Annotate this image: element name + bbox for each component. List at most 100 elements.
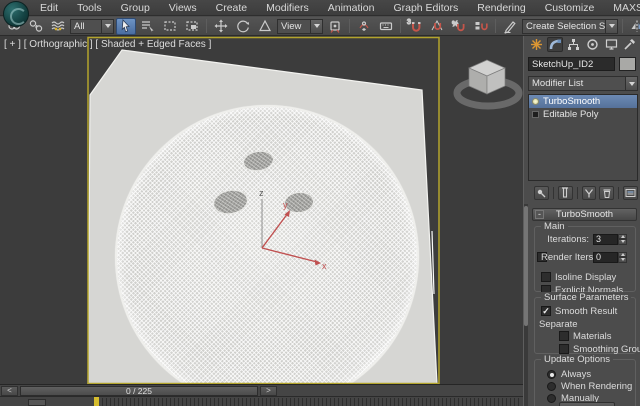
application-button[interactable] — [3, 1, 29, 27]
tab-motion-icon[interactable] — [584, 37, 601, 52]
use-pivot-center-button[interactable] — [325, 18, 345, 35]
group-main-label: Main — [541, 221, 568, 232]
group-surface-label: Surface Parameters — [541, 292, 632, 303]
toolbar-separator — [622, 19, 623, 33]
editable-poly-icon — [532, 111, 539, 118]
spinner-snap-toggle-icon[interactable] — [471, 18, 491, 35]
when-rendering-radio[interactable] — [547, 381, 556, 391]
render-iters-spinner[interactable] — [618, 251, 627, 263]
remove-modifier-icon[interactable] — [599, 185, 615, 200]
time-slider: < 0 / 225 > — [0, 384, 523, 396]
tab-modify-icon[interactable] — [546, 37, 564, 52]
materials-checkbox[interactable] — [559, 331, 569, 341]
chevron-down-icon — [101, 19, 113, 33]
iterations-label: Iterations: — [547, 233, 589, 245]
previous-frame-button[interactable]: < — [1, 386, 18, 396]
always-radio[interactable] — [547, 369, 556, 379]
snap-toggle-3d-icon[interactable]: 3 — [405, 18, 425, 35]
rollout-title: TurboSmooth — [555, 209, 614, 220]
smoothing-groups-checkbox[interactable] — [559, 344, 569, 354]
select-by-name-button[interactable] — [138, 18, 158, 35]
turbosmooth-rollout-header[interactable]: - TurboSmooth — [532, 208, 637, 221]
reference-coordinate-value: View — [281, 20, 302, 32]
menu-item-edit[interactable]: Edit — [40, 2, 58, 14]
iterations-field[interactable]: 3 — [593, 233, 618, 245]
menu-item-maxscript[interactable]: MAXScript — [613, 2, 640, 14]
menu-item-tools[interactable]: Tools — [77, 2, 102, 14]
selection-filter-value: All — [74, 20, 85, 32]
menu-item-customize[interactable]: Customize — [545, 2, 595, 14]
finger-hole — [211, 186, 250, 218]
menu-item-animation[interactable]: Animation — [328, 2, 375, 14]
select-scale-button[interactable] — [255, 18, 275, 35]
select-move-button[interactable] — [211, 18, 231, 35]
modifier-stack-toolbar — [528, 184, 639, 201]
isoline-display-label: Isoline Display — [555, 271, 617, 283]
menu-bar: Edit Tools Group Views Create Modifiers … — [0, 0, 640, 16]
iterations-spinner[interactable] — [618, 233, 627, 245]
group-update-options: Update Options Always When Rendering Man… — [534, 354, 636, 406]
modifier-stack: TurboSmooth Editable Poly — [528, 94, 638, 181]
selection-filter-dropdown[interactable]: All — [70, 18, 114, 34]
group-surface-parameters: Surface Parameters ✓ Smooth Result Separ… — [534, 292, 640, 355]
modifier-stack-item-turbosmooth[interactable]: TurboSmooth — [529, 95, 637, 108]
select-manipulate-button[interactable] — [354, 18, 374, 35]
track-bar[interactable] — [0, 396, 523, 406]
time-slider-handle[interactable]: 0 / 225 — [20, 386, 258, 396]
menu-item-create[interactable]: Create — [216, 2, 248, 14]
viewport-label[interactable]: [ + ] [ Orthographic ] [ Shaded + Edged … — [4, 39, 211, 50]
edit-named-selection-sets-button[interactable] — [500, 18, 520, 35]
chevron-down-icon — [310, 19, 322, 33]
show-end-result-icon[interactable] — [557, 185, 573, 200]
menu-item-modifiers[interactable]: Modifiers — [266, 2, 309, 14]
configure-modifier-sets-icon[interactable] — [623, 185, 639, 200]
smoothing-groups-label: Smoothing Groups — [573, 343, 640, 355]
smooth-result-checkbox[interactable]: ✓ — [541, 306, 551, 316]
menu-item-group[interactable]: Group — [121, 2, 150, 14]
bind-spacewarp-icon[interactable] — [48, 18, 68, 35]
object-color-swatch[interactable] — [619, 57, 636, 71]
render-iters-field[interactable]: 0 — [593, 251, 618, 263]
reference-coordinate-dropdown[interactable]: View — [277, 18, 323, 34]
update-button[interactable]: Update — [559, 402, 615, 406]
command-panel: SketchUp_ID2 Modifier List TurboSmooth E… — [523, 36, 640, 406]
panel-scrollbar-thumb[interactable] — [524, 206, 528, 326]
tab-hierarchy-icon[interactable] — [565, 37, 582, 52]
command-panel-tabs — [528, 37, 638, 53]
angle-snap-toggle-icon[interactable] — [427, 18, 447, 35]
mirror-button[interactable] — [627, 18, 640, 35]
select-rotate-button[interactable] — [233, 18, 253, 35]
modifier-stack-item-editable-poly[interactable]: Editable Poly — [529, 108, 637, 121]
mini-curve-editor-icon[interactable] — [28, 399, 46, 406]
modifier-list-dropdown[interactable]: Modifier List — [528, 76, 638, 91]
tab-display-icon[interactable] — [603, 37, 620, 52]
percent-snap-toggle-icon[interactable]: % — [449, 18, 469, 35]
menu-item-views[interactable]: Views — [169, 2, 197, 14]
viewport-orthographic[interactable]: z y x [ + ] [ Orthographic ] [ Shaded + … — [0, 36, 523, 384]
panel-scrollbar[interactable] — [524, 204, 528, 406]
track-bar-ticks — [102, 398, 521, 406]
menu-item-graph-editors[interactable]: Graph Editors — [393, 2, 458, 14]
tab-create-icon[interactable] — [528, 37, 545, 52]
window-crossing-toggle[interactable] — [182, 18, 202, 35]
next-frame-button[interactable]: > — [260, 386, 277, 396]
object-name-field[interactable]: SketchUp_ID2 — [528, 57, 615, 71]
select-object-button[interactable] — [116, 17, 136, 35]
isoline-display-checkbox[interactable] — [541, 272, 551, 282]
keyboard-override-toggle[interactable] — [376, 18, 396, 35]
pin-stack-icon[interactable] — [534, 185, 549, 200]
make-unique-icon[interactable] — [581, 185, 597, 200]
materials-label: Materials — [573, 330, 612, 342]
tab-utilities-icon[interactable] — [621, 37, 638, 52]
always-label: Always — [561, 368, 592, 380]
unlink-icon[interactable] — [26, 18, 46, 35]
modifier-enabled-bulb-icon[interactable] — [532, 98, 539, 105]
render-iters-label: Render Iters: — [541, 251, 596, 263]
current-frame-marker[interactable] — [94, 397, 99, 406]
named-selection-set-dropdown[interactable]: Create Selection Se — [522, 18, 618, 34]
menu-item-rendering[interactable]: Rendering — [477, 2, 525, 14]
rollout-collapse-icon[interactable]: - — [535, 210, 544, 219]
modifier-list-value: Modifier List — [532, 78, 584, 89]
rect-selection-region-button[interactable] — [160, 18, 180, 35]
manually-radio[interactable] — [547, 393, 556, 403]
